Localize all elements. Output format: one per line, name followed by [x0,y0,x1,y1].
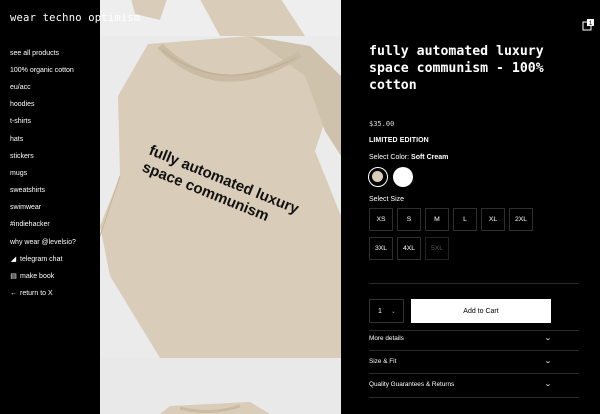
chevron-down-icon: ⌄ [544,358,552,365]
sidebar-item[interactable]: eu/acc [10,79,76,96]
brand-title[interactable]: wear techno optimism [10,12,140,24]
product-panel: 1 fully automated luxury space communism… [341,0,600,414]
gallery-image-bottom[interactable] [100,358,341,414]
product-price: $35.00 [369,120,395,128]
sidebar-item[interactable]: see all products [10,45,76,62]
size-option[interactable]: XS [369,208,393,231]
chevron-down-icon: ⌄ [544,335,552,342]
sidebar-item-label: sweatshirts [10,187,46,195]
divider [369,397,579,398]
size-option[interactable]: XL [481,208,505,231]
sidebar-item-label: hats [10,135,24,143]
selected-color-name: Soft Cream [411,154,449,161]
back-arrow-icon: ← [10,290,17,298]
sidebar-item-label: why wear @levelsio? [10,238,76,246]
sidebar-item[interactable]: ← return to X [10,286,76,303]
size-option[interactable]: 3XL [369,237,393,260]
sidebar-item[interactable]: why wear @levelsio? [10,234,76,251]
accordion-label: Size & Fit [369,357,397,365]
add-to-cart-button[interactable]: Add to Cart [411,299,551,323]
divider [369,283,579,284]
sidebar-item-label: return to X [20,290,53,298]
size-option[interactable]: M [425,208,449,231]
size-option[interactable]: 2XL [509,208,533,231]
sidebar-item[interactable]: hoodies [10,97,76,114]
chevron-down-icon: ⌄ [544,381,552,388]
select-color-text: Select Color: [369,154,410,161]
sidebar-item-label: telegram chat [20,255,63,263]
sidebar-item[interactable]: sweatshirts [10,183,76,200]
sidebar-item-label: swimwear [10,204,42,212]
sidebar-item[interactable]: ◢ telegram chat [10,251,76,268]
divider [369,373,579,374]
cart-icon-graphic: 1 [582,19,594,31]
sidebar: see all products 100% organic cotton eu/ac… [0,0,100,414]
divider [369,350,579,351]
sidebar-item[interactable]: #indiehacker [10,217,76,234]
sidebar-item-label: make book [20,273,55,281]
sidebar-item-label: eu/acc [10,83,31,91]
quantity-value: 1 [378,307,382,315]
sidebar-item[interactable]: swimwear [10,200,76,217]
size-option: 5XL [425,237,449,260]
sidebar-item[interactable]: stickers [10,148,76,165]
swatch-soft-cream[interactable] [368,167,388,187]
size-option[interactable]: L [453,208,477,231]
sidebar-item[interactable]: t-shirts [10,114,76,131]
accordion-label: More details [369,334,404,342]
sidebar-item[interactable]: ▤ make book [10,268,76,285]
accordion-size-fit[interactable]: Size & Fit ⌄ [369,355,552,367]
size-option[interactable]: 4XL [397,237,421,260]
sidebar-item-label: t-shirts [10,118,31,126]
select-size-label: Select Size [369,196,405,203]
sidebar-item-label: 100% organic cotton [10,66,74,74]
size-option[interactable]: S [397,208,421,231]
sidebar-item-label: see all products [10,49,60,57]
product-title: fully automated luxury space communism -… [369,44,544,93]
product-gallery: fully automated luxury space communism [100,0,341,414]
chevron-down-icon: ⌄ [390,308,396,315]
book-icon: ▤ [10,273,17,281]
sidebar-item-label: stickers [10,152,34,160]
accordion-more-details[interactable]: More details ⌄ [369,332,552,344]
shirt-image: fully automated luxury space communism [100,36,341,358]
shirt-image-partial-bottom [160,402,270,414]
sidebar-item-label: hoodies [10,101,35,109]
sidebar-item[interactable]: 100% organic cotton [10,62,76,79]
accordion-label: Quality Guarantees & Returns [369,380,455,388]
quantity-select[interactable]: 1 ⌄ [369,299,404,323]
sidebar-item-label: #indiehacker [10,221,50,229]
accordion-quality-returns[interactable]: Quality Guarantees & Returns ⌄ [369,378,552,390]
sidebar-item-label: mugs [10,169,28,177]
swatch-white[interactable] [393,167,413,187]
cart-icon[interactable]: 1 [582,18,594,31]
gallery-image-main[interactable]: fully automated luxury space communism [100,36,341,358]
divider [369,330,579,331]
limited-edition-badge: LIMITED EDITION [369,137,429,144]
select-color-label: Select Color: Soft Cream [369,154,448,161]
sidebar-nav: see all products 100% organic cotton eu/ac… [10,45,76,303]
sidebar-item[interactable]: mugs [10,165,76,182]
sidebar-item[interactable]: hats [10,131,76,148]
telegram-icon: ◢ [10,255,17,263]
